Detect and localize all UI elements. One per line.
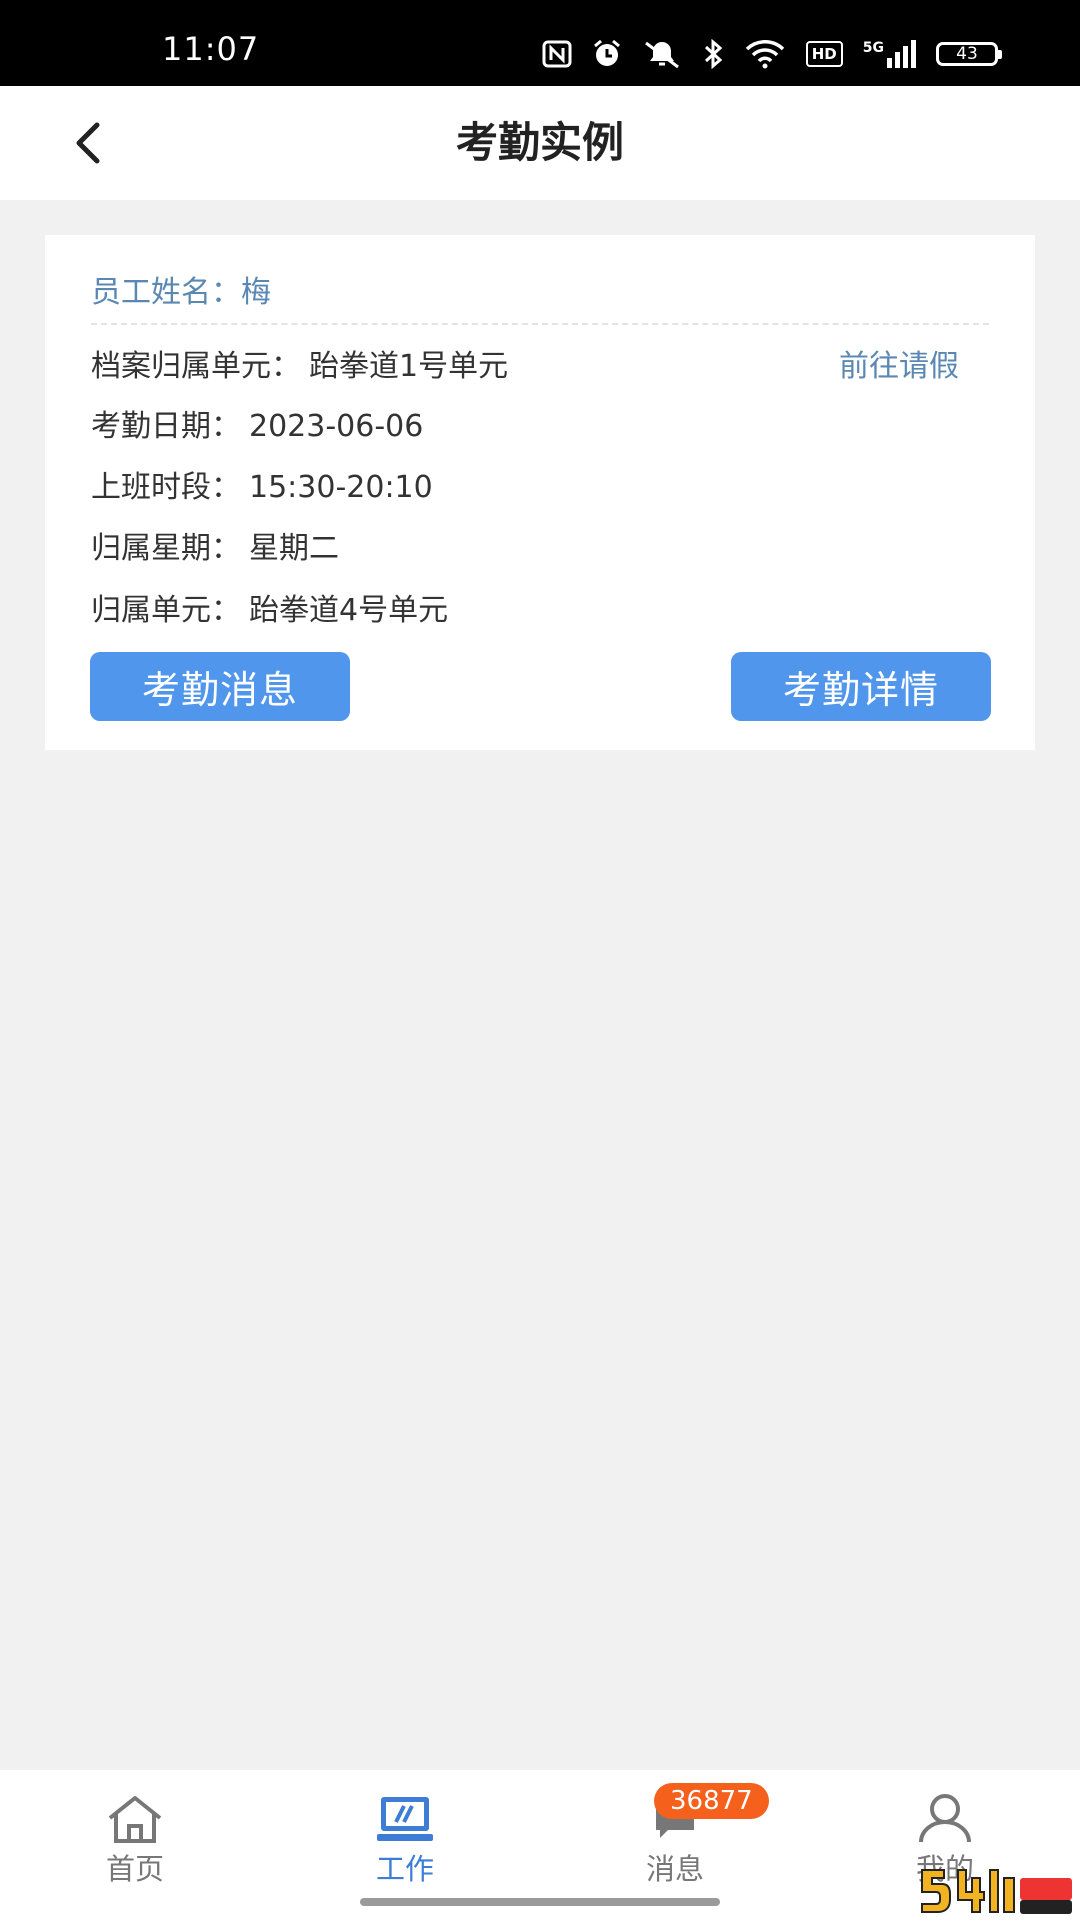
user-icon bbox=[919, 1794, 971, 1843]
nav-item-work[interactable]: 工作 bbox=[325, 1788, 485, 1888]
attendance-detail-button[interactable]: 考勤详情 bbox=[731, 652, 991, 721]
row-label: 归属单元： bbox=[91, 593, 241, 628]
row-label: 归属星期： bbox=[91, 531, 241, 566]
chevron-left-icon bbox=[76, 122, 100, 164]
row-value: 星期二 bbox=[249, 531, 339, 566]
alarm-icon bbox=[592, 39, 622, 69]
header: 考勤实例 bbox=[0, 86, 1080, 200]
nav-label: 工作 bbox=[375, 1852, 434, 1886]
row-value: 15:30-20:10 bbox=[249, 470, 433, 505]
nav-label: 首页 bbox=[105, 1852, 164, 1886]
nav-item-home[interactable]: 首页 bbox=[55, 1788, 215, 1888]
info-row-date: 考勤日期： 2023-06-06 bbox=[91, 401, 423, 445]
row-value: 2023-06-06 bbox=[249, 409, 424, 444]
network-type: 5G bbox=[862, 40, 884, 56]
status-icons: HD 5G 43 bbox=[542, 34, 1002, 74]
employee-name: 员工姓名：梅 bbox=[91, 267, 271, 311]
info-row-unit: 归属单元： 跆拳道4号单元 bbox=[91, 585, 448, 629]
attendance-card: 员工姓名：梅 档案归属单元： 跆拳道1号单元 前往请假 考勤日期： 2023-06-… bbox=[45, 235, 1035, 750]
hd-icon: HD bbox=[805, 41, 843, 67]
mute-icon bbox=[642, 39, 682, 69]
status-bar: 11:07 HD 5G 43 bbox=[0, 0, 1080, 86]
info-row-shift: 上班时段： 15:30-20:10 bbox=[91, 462, 433, 506]
bluetooth-icon bbox=[702, 39, 724, 69]
signal-icon: 5G bbox=[863, 40, 916, 68]
home-indicator[interactable] bbox=[360, 1898, 720, 1906]
page-title: 考勤实例 bbox=[455, 118, 624, 167]
row-label: 考勤日期： bbox=[91, 409, 241, 444]
message-count-badge: 36877 bbox=[654, 1783, 769, 1819]
work-icon bbox=[377, 1797, 433, 1841]
row-value: 跆拳道1号单元 bbox=[309, 349, 509, 384]
leave-request-link[interactable]: 前往请假 bbox=[839, 341, 959, 385]
battery-icon: 43 bbox=[936, 42, 1002, 66]
info-row-archive-unit: 档案归属单元： 跆拳道1号单元 bbox=[91, 341, 508, 385]
info-row-weekday: 归属星期： 星期二 bbox=[91, 523, 339, 567]
row-label: 上班时段： bbox=[91, 470, 241, 505]
row-label: 档案归属单元： bbox=[91, 349, 301, 384]
row-value: 跆拳道4号单元 bbox=[249, 593, 449, 628]
divider bbox=[91, 323, 989, 325]
employee-value: 梅 bbox=[241, 275, 271, 310]
employee-label: 员工姓名： bbox=[91, 275, 241, 310]
status-time: 11:07 bbox=[162, 30, 260, 68]
watermark-logo bbox=[921, 1869, 1072, 1914]
nav-label: 消息 bbox=[645, 1852, 704, 1886]
attendance-message-button[interactable]: 考勤消息 bbox=[90, 652, 350, 721]
home-icon bbox=[108, 1796, 162, 1843]
nfc-icon bbox=[542, 40, 572, 68]
back-button[interactable] bbox=[60, 114, 116, 172]
wifi-icon bbox=[744, 39, 786, 69]
